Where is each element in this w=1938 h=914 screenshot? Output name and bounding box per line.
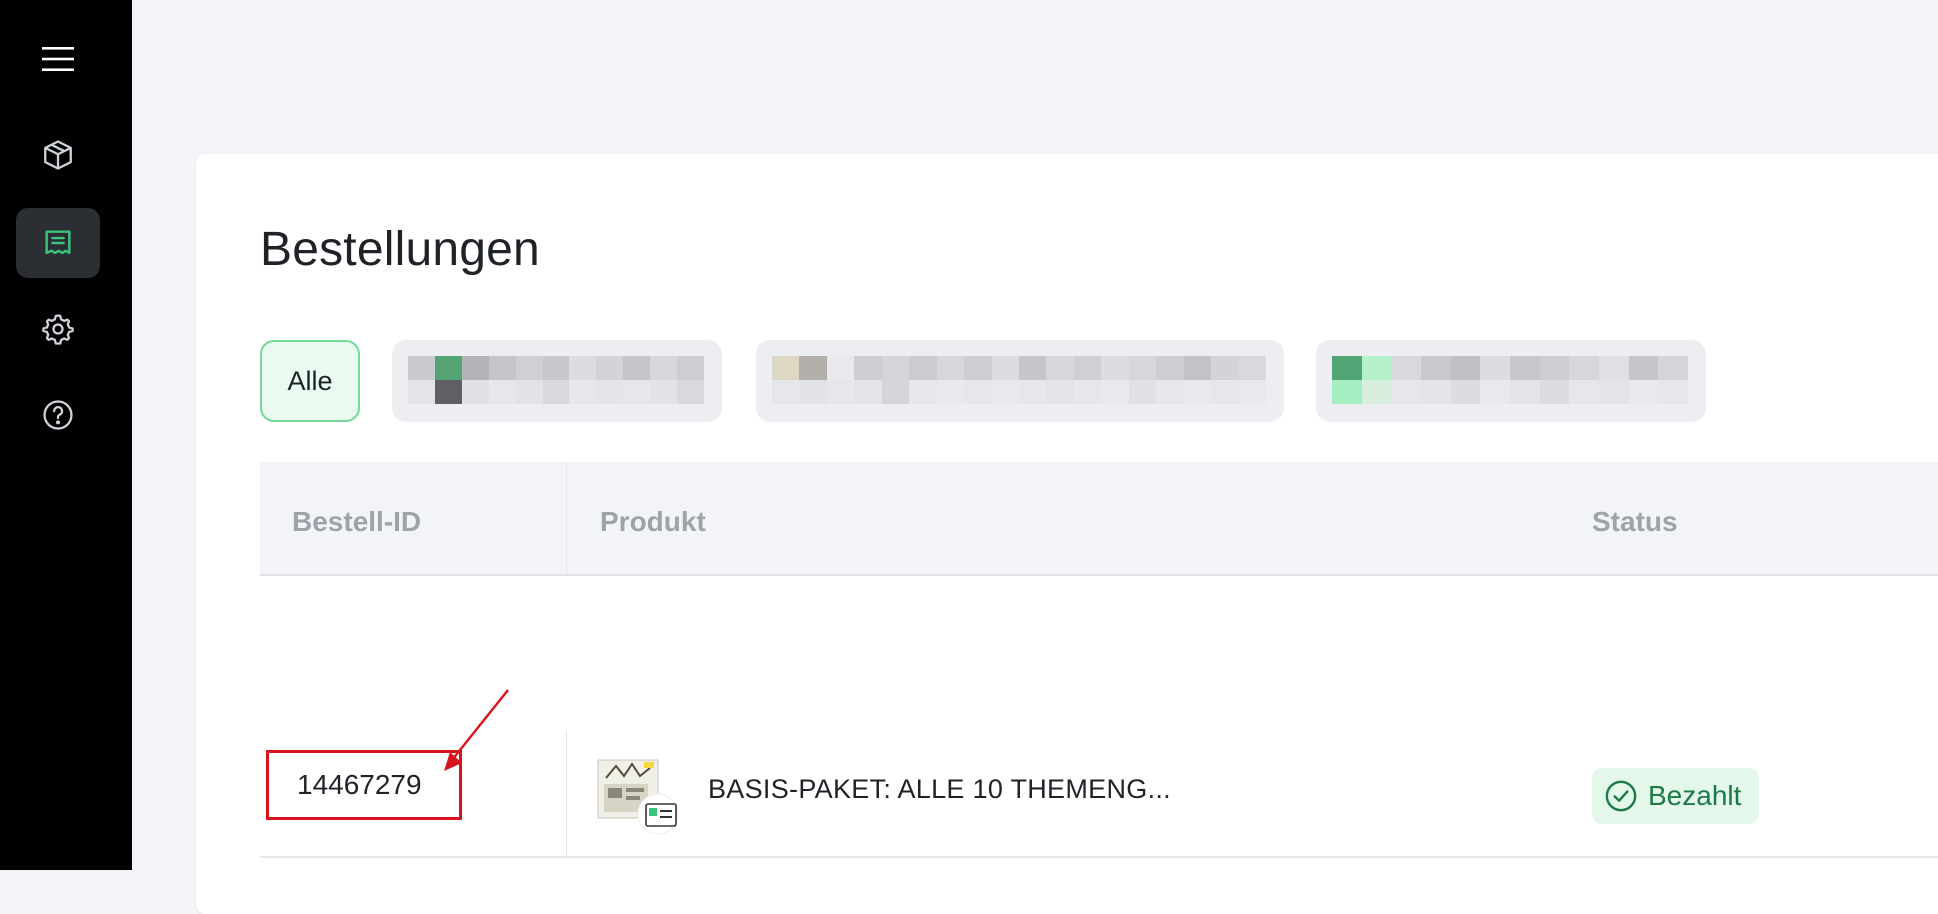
- table-row[interactable]: 14467279 BASIS-PAKET: ALLE 10 THEMENG...…: [260, 730, 1938, 858]
- package-icon: [44, 140, 72, 170]
- sidebar-item-orders[interactable]: [16, 208, 100, 278]
- order-id-cell[interactable]: 14467279: [266, 750, 462, 820]
- hamburger-menu-icon: [42, 47, 74, 71]
- product-thumbnail: [597, 759, 679, 834]
- column-divider: [566, 462, 567, 574]
- page-title: Bestellungen: [260, 223, 540, 276]
- receipt-icon: [45, 230, 71, 255]
- filter-chip-redacted-1[interactable]: [392, 340, 722, 422]
- order-id: 14467279: [297, 769, 422, 800]
- table-header: Bestell-ID Produkt Status: [260, 462, 1938, 576]
- column-header-status[interactable]: Status: [1592, 506, 1678, 538]
- help-circle-icon: [43, 400, 73, 430]
- sidebar-item-help[interactable]: [16, 380, 100, 450]
- filter-chip-redacted-3[interactable]: [1316, 340, 1706, 422]
- status-label: Bezahlt: [1648, 780, 1742, 811]
- gear-icon: [42, 314, 74, 345]
- sidebar-item-settings[interactable]: [16, 294, 100, 364]
- product-name[interactable]: BASIS-PAKET: ALLE 10 THEMENG...: [708, 774, 1171, 805]
- redacted-pixels: [772, 356, 1266, 404]
- column-header-product[interactable]: Produkt: [600, 506, 706, 538]
- redacted-pixels: [1332, 356, 1688, 404]
- check-circle-icon: [1605, 780, 1637, 812]
- column-header-id[interactable]: Bestell-ID: [292, 506, 421, 538]
- menu-button[interactable]: [16, 24, 100, 94]
- status-badge: Bezahlt: [1592, 768, 1760, 824]
- sidebar: [0, 0, 132, 870]
- filter-chip-all[interactable]: Alle: [260, 340, 360, 422]
- column-divider: [566, 730, 567, 856]
- sidebar-item-products[interactable]: [16, 120, 100, 190]
- redacted-pixels: [408, 356, 704, 404]
- filter-chip-redacted-2[interactable]: [756, 340, 1284, 422]
